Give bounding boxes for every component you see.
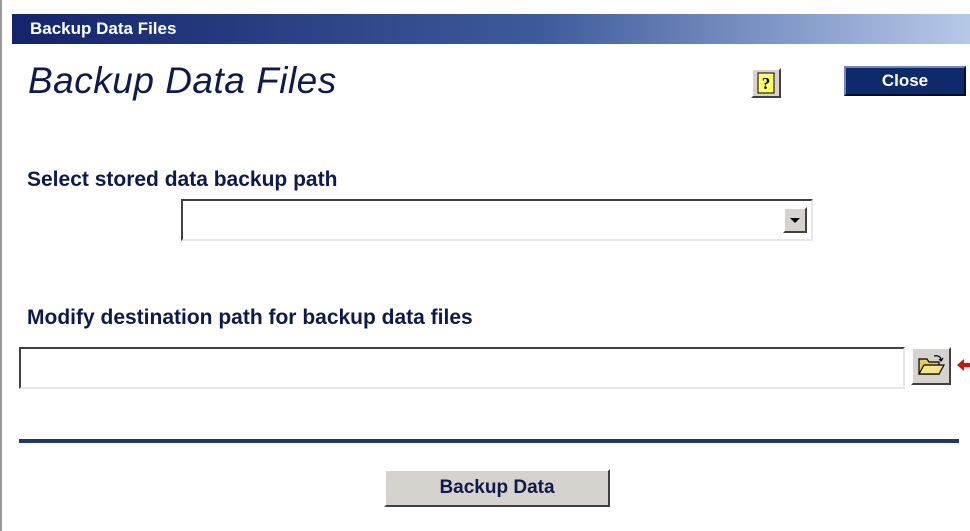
window-title: Backup Data Files (30, 19, 177, 38)
window-titlebar: Backup Data Files (12, 14, 970, 44)
page-title: Backup Data Files (28, 60, 337, 101)
close-button[interactable]: Close (844, 66, 966, 96)
section-divider (19, 439, 959, 443)
browse-folder-button[interactable] (911, 347, 951, 385)
backup-data-button[interactable]: Backup Data (384, 469, 610, 507)
help-button[interactable]: ? (751, 68, 781, 98)
pointer-arrow-icon (957, 359, 970, 371)
svg-text:?: ? (762, 74, 771, 93)
stored-path-select[interactable] (181, 199, 813, 241)
backup-data-files-window: Backup Data Files Backup Data Files ? Cl… (0, 0, 970, 531)
chevron-down-icon[interactable] (783, 207, 807, 233)
destination-path-input[interactable] (19, 347, 905, 389)
help-question-icon: ? (757, 72, 775, 94)
stored-path-label: Select stored data backup path (27, 168, 338, 191)
destination-path-label: Modify destination path for backup data … (27, 306, 473, 329)
open-folder-icon (917, 355, 945, 375)
